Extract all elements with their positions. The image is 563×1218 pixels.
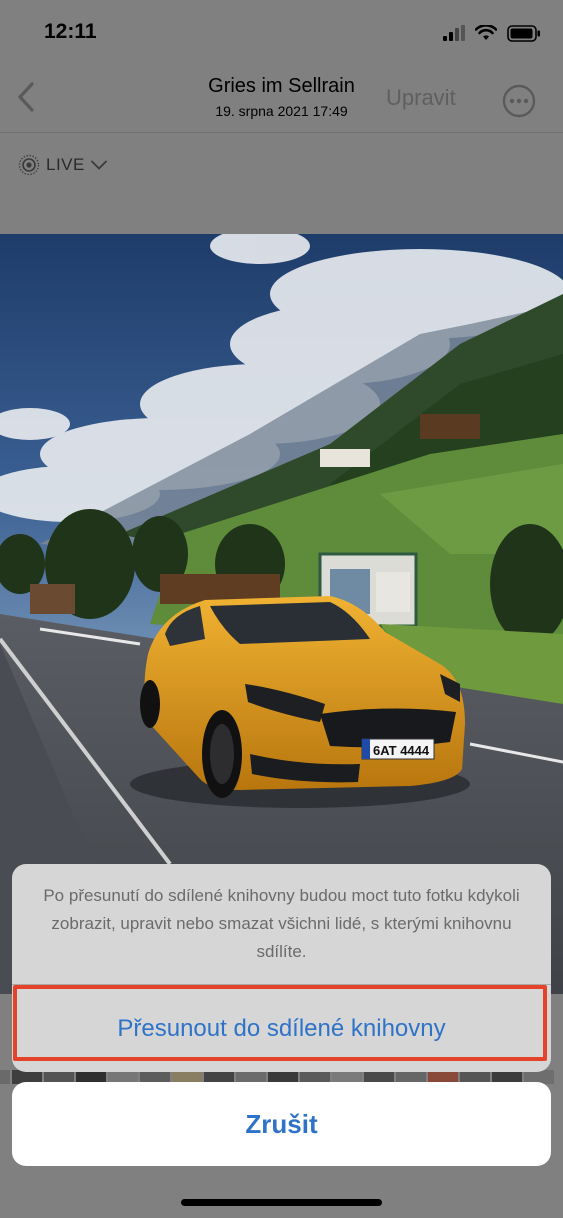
status-icons	[443, 22, 541, 44]
status-bar: 12:11	[0, 0, 563, 62]
thumbnail[interactable]	[0, 1070, 10, 1084]
home-indicator[interactable]	[181, 1199, 382, 1206]
signal-icon	[443, 25, 465, 41]
wifi-icon	[475, 25, 497, 40]
photo-location-title: Gries im Sellrain	[208, 75, 355, 97]
live-photo-icon	[18, 154, 40, 176]
edit-button[interactable]: Upravit	[386, 85, 456, 111]
status-time: 12:11	[44, 20, 97, 43]
ellipsis-circle-icon	[502, 84, 536, 118]
photo-date-subtitle: 19. srpna 2021 17:49	[215, 103, 348, 119]
navigation-bar: Gries im Sellrain 19. srpna 2021 17:49 U…	[0, 62, 563, 133]
live-label: LIVE	[46, 155, 85, 174]
battery-icon	[507, 24, 540, 42]
cancel-button[interactable]: Zrušit	[12, 1082, 551, 1166]
chevron-down-icon	[90, 160, 107, 170]
photo-viewer-screen: 12:11 Gries im Sellrain 19. srpna 2021 1…	[0, 0, 563, 1218]
more-button[interactable]	[502, 84, 536, 118]
action-sheet-message: Po přesunutí do sdílené knihovny budou m…	[43, 886, 520, 961]
svg-text:6AT 4444: 6AT 4444	[373, 743, 430, 758]
highlight-annotation	[13, 985, 547, 1061]
live-photo-button[interactable]: LIVE	[18, 152, 107, 178]
